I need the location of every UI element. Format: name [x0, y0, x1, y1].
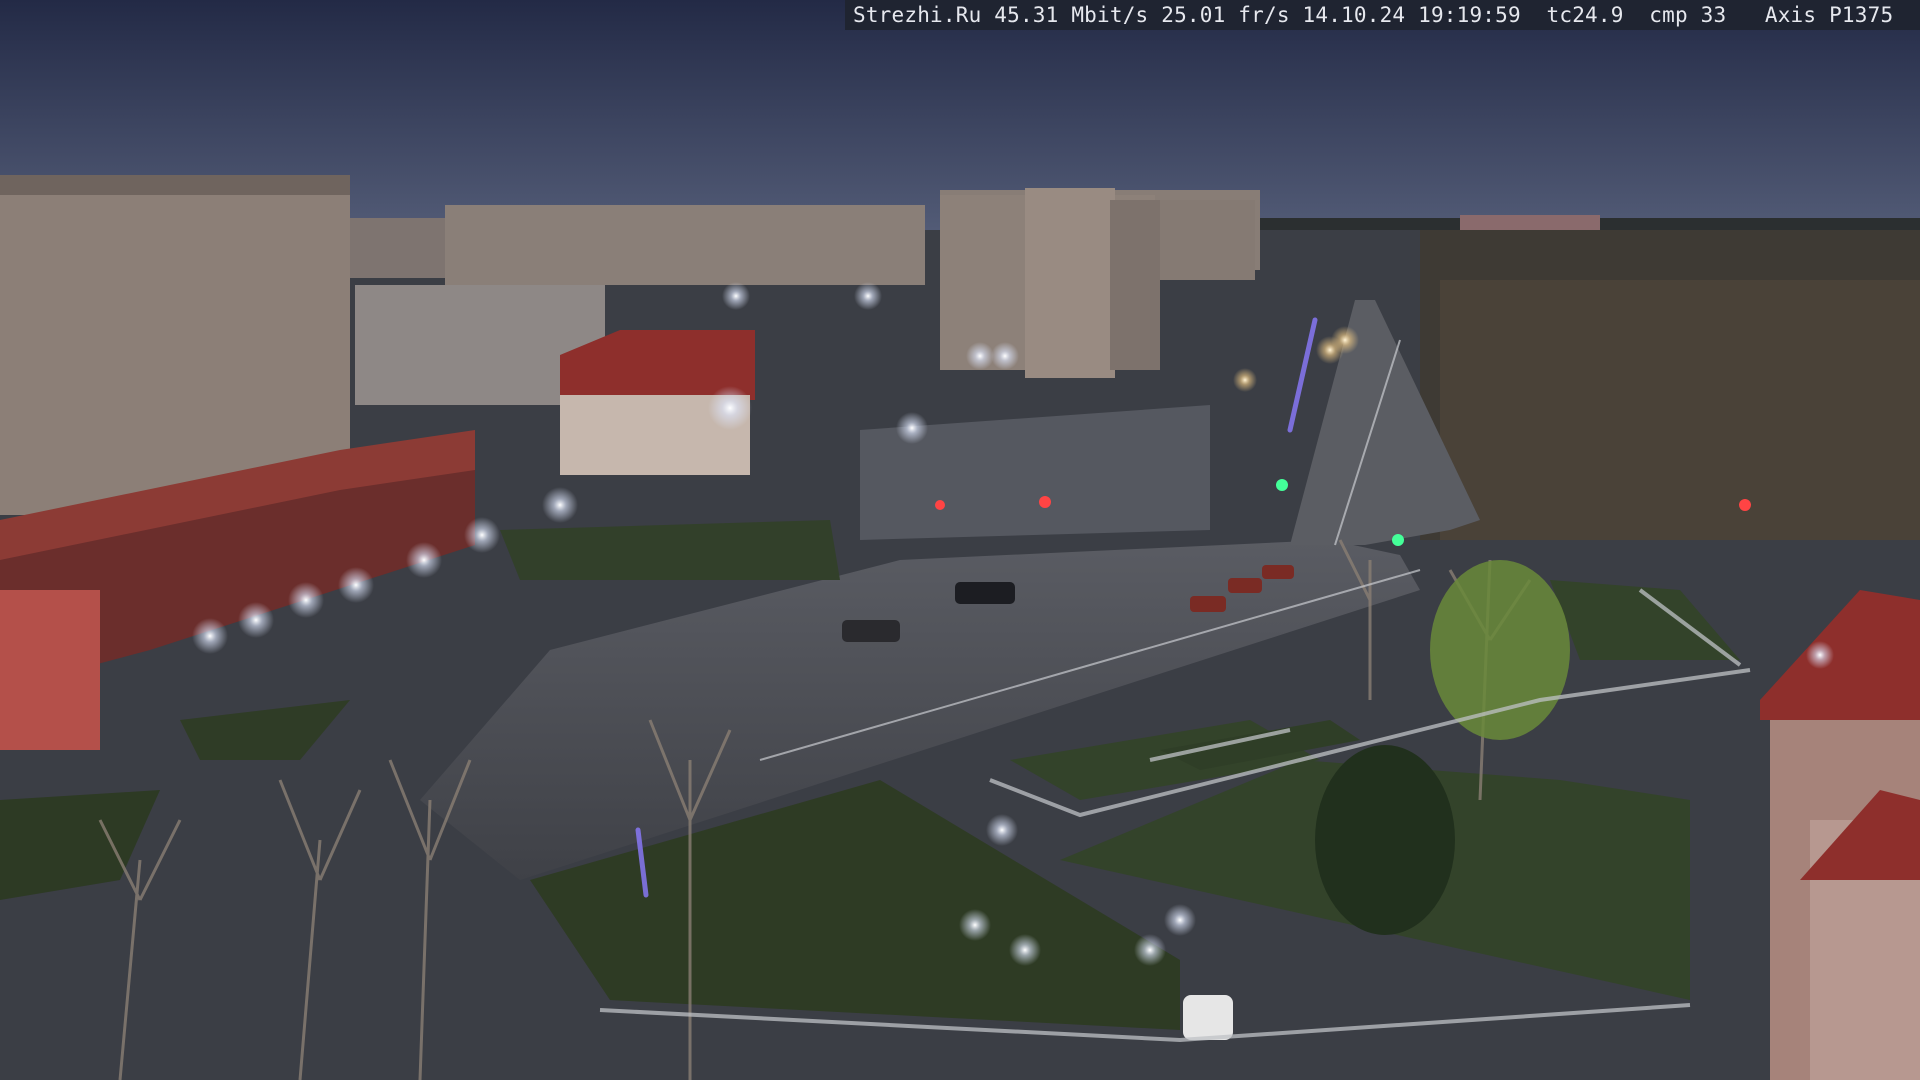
camera-view: Strezhi.Ru 45.31 Mbit/s 25.01 fr/s 14.10…	[0, 0, 1920, 1080]
camera-info-overlay: Strezhi.Ru 45.31 Mbit/s 25.01 fr/s 14.10…	[845, 0, 1920, 30]
green-tree	[1430, 560, 1570, 740]
street-scene	[0, 0, 1920, 1080]
pine-tree	[1315, 745, 1455, 935]
tree-line-right	[1420, 230, 1920, 540]
